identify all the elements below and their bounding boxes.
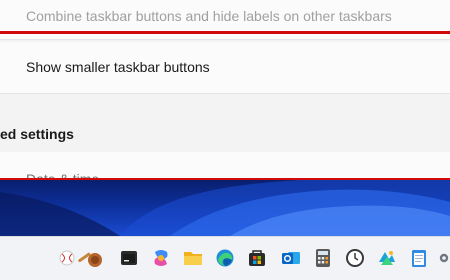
terminal-icon[interactable] [118,247,140,269]
clock-icon[interactable] [344,247,366,269]
calculator-icon[interactable] [312,247,334,269]
taskbar [0,236,450,280]
date-time-row[interactable]: Date & time [0,152,450,180]
desktop-wallpaper [0,180,450,236]
related-settings-heading: ed settings [0,126,74,142]
combine-buttons-other-taskbars-row[interactable]: Combine taskbar buttons and hide labels … [0,0,450,40]
screen: Combine taskbar buttons and hide labels … [0,0,450,280]
show-smaller-buttons-row[interactable]: Show smaller taskbar buttons [0,42,450,94]
file-explorer-icon[interactable] [182,247,204,269]
wallpaper-bloom [0,180,450,236]
photos-icon[interactable] [376,247,398,269]
show-smaller-buttons-label: Show smaller taskbar buttons [26,59,210,75]
notepad-icon[interactable] [408,247,430,269]
highlight-line-top [0,31,450,34]
settings-icon[interactable] [438,247,450,269]
copilot-icon[interactable] [150,247,172,269]
taskbar-behaviors-panel: Combine taskbar buttons and hide labels … [0,0,450,180]
store-icon[interactable] [246,247,268,269]
widgets-sports-icon[interactable] [56,247,108,269]
combine-buttons-label: Combine taskbar buttons and hide labels … [26,8,392,24]
edge-icon[interactable] [214,247,236,269]
outlook-icon[interactable] [280,247,302,269]
